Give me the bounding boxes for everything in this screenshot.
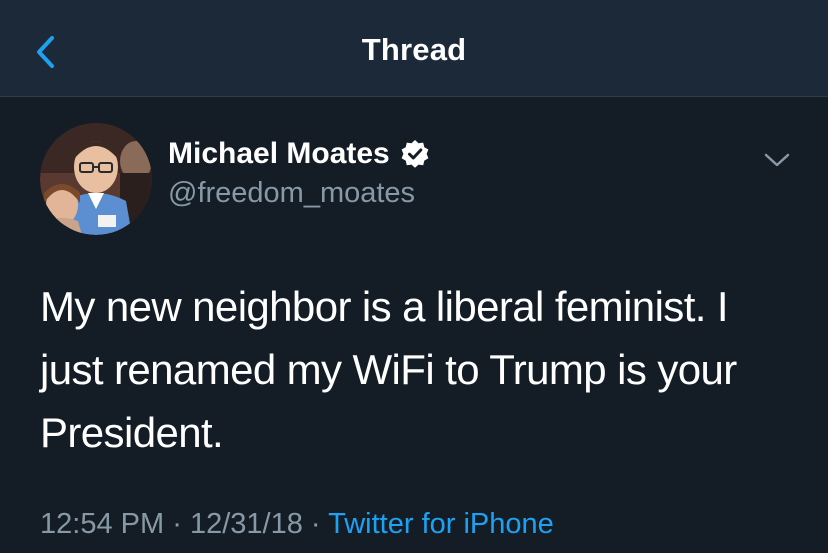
meta-separator: · [172, 508, 182, 540]
tweet-time: 12:54 PM [40, 508, 165, 540]
tweet-detail: Michael Moates @freedom_moates My new ne… [0, 97, 828, 553]
page-title: Thread [361, 32, 467, 67]
author-name[interactable]: Michael Moates [168, 137, 430, 171]
tweet-source-link[interactable]: Twitter for iPhone [328, 508, 554, 540]
tweet-menu-button[interactable] [762, 149, 792, 171]
thread-screen: Thread Michael Moates @freedom_moates My… [0, 0, 828, 553]
profile-photo [40, 123, 152, 235]
avatar[interactable] [40, 123, 152, 235]
verified-badge-icon [401, 140, 429, 168]
tweet-date: 12/31/18 [189, 508, 303, 540]
meta-separator: · [310, 508, 321, 540]
chevron-down-icon [764, 153, 790, 167]
tweet-metadata: 12:54 PM · 12/31/18 · Twitter for iPhone [40, 508, 554, 541]
author-name-text: Michael Moates [168, 137, 390, 170]
top-navigation-bar: Thread [0, 0, 828, 97]
tweet-text: My new neighbor is a liberal feminist. I… [40, 283, 737, 456]
author-handle[interactable]: @freedom_moates [168, 177, 415, 210]
